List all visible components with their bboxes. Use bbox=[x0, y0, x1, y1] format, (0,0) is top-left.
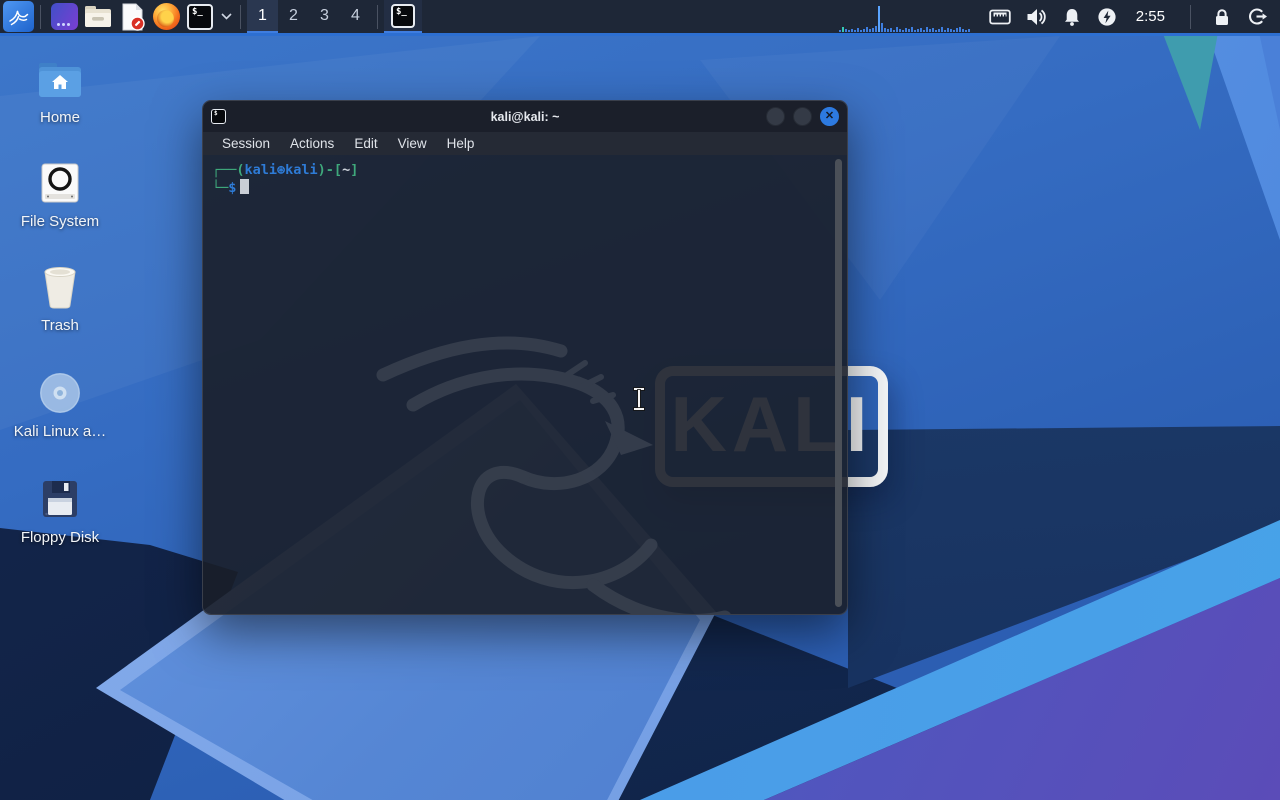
maximize-button[interactable] bbox=[793, 107, 812, 126]
terminal-window-title: kali@kali: ~ bbox=[203, 110, 847, 124]
panel-separator bbox=[240, 5, 241, 29]
document-edit-icon bbox=[119, 3, 145, 31]
prompt-symbol: $ bbox=[228, 180, 236, 196]
home-folder-icon bbox=[37, 56, 83, 102]
launcher-text-editor[interactable] bbox=[116, 1, 148, 33]
floppy-icon bbox=[40, 476, 80, 522]
menu-session[interactable]: Session bbox=[213, 136, 279, 151]
desktop-icon-label: File System bbox=[21, 213, 99, 230]
terminal-content[interactable]: ┌──(kali⊛kali)-[~] └─$ bbox=[203, 155, 847, 614]
folder-icon bbox=[84, 4, 112, 29]
system-monitor-graph[interactable] bbox=[839, 2, 979, 32]
kali-dragon-icon bbox=[7, 5, 31, 29]
volume-icon[interactable] bbox=[1026, 7, 1047, 27]
panel-separator bbox=[377, 5, 378, 29]
terminal-window-icon: $ bbox=[211, 109, 226, 124]
desktop-icon-floppy-disk[interactable]: Floppy Disk bbox=[12, 476, 108, 546]
prompt-line2-frame: └─ bbox=[212, 180, 228, 196]
prompt-user: kali⊛kali bbox=[245, 162, 318, 178]
menu-edit[interactable]: Edit bbox=[345, 136, 386, 151]
lock-screen-icon[interactable] bbox=[1212, 7, 1232, 27]
top-panel: $_ 1 2 3 4 $_ bbox=[0, 0, 1280, 36]
desktop-icon-label: Home bbox=[40, 109, 80, 126]
workspace-4[interactable]: 4 bbox=[340, 0, 371, 33]
terminal-cursor bbox=[240, 179, 249, 194]
prompt-line-1: ┌──(kali⊛kali)-[~] bbox=[212, 162, 827, 179]
mouse-cursor-ibeam bbox=[632, 388, 647, 410]
desktop-icon-kali-linux[interactable]: Kali Linux a… bbox=[12, 370, 108, 440]
desktop-screen: KALI Home File System bbox=[0, 0, 1280, 800]
desktop-icon-label: Kali Linux a… bbox=[14, 423, 107, 440]
kali-dragon-watermark bbox=[353, 255, 773, 614]
menu-actions[interactable]: Actions bbox=[281, 136, 343, 151]
notifications-icon[interactable] bbox=[1062, 7, 1082, 27]
disc-icon bbox=[38, 370, 82, 416]
desktop-icon-file-system[interactable]: File System bbox=[12, 160, 108, 230]
launcher-app-finder[interactable] bbox=[48, 1, 80, 33]
menu-help[interactable]: Help bbox=[438, 136, 484, 151]
panel-separator bbox=[1190, 5, 1191, 29]
workspace-2[interactable]: 2 bbox=[278, 0, 309, 33]
taskbar-terminal-button[interactable]: $_ bbox=[384, 0, 422, 33]
prompt-frame-mid: )-[ bbox=[318, 162, 342, 178]
desktop-icon-trash[interactable]: Trash bbox=[12, 264, 108, 334]
workspace-3[interactable]: 3 bbox=[309, 0, 340, 33]
firefox-icon bbox=[153, 3, 180, 30]
kali-menu-button[interactable] bbox=[3, 1, 34, 32]
panel-clock[interactable]: 2:55 bbox=[1136, 8, 1165, 25]
launcher-firefox[interactable] bbox=[150, 1, 182, 33]
desktop-icon-label: Floppy Disk bbox=[21, 529, 99, 546]
logout-icon[interactable] bbox=[1247, 6, 1268, 27]
prompt-frame-close: ] bbox=[350, 162, 358, 178]
workspace-1[interactable]: 1 bbox=[247, 0, 278, 33]
terminal-dropdown-chevron[interactable] bbox=[221, 13, 232, 20]
desktop-icon-label: Trash bbox=[41, 317, 79, 334]
terminal-icon: $_ bbox=[187, 4, 213, 30]
launcher-terminal[interactable]: $_ bbox=[184, 1, 216, 33]
desktop-icon-home[interactable]: Home bbox=[12, 56, 108, 126]
panel-separator bbox=[40, 5, 41, 29]
terminal-icon: $_ bbox=[391, 4, 415, 28]
minimize-button[interactable] bbox=[766, 107, 785, 126]
launcher-file-manager[interactable] bbox=[82, 1, 114, 33]
network-icon[interactable] bbox=[989, 8, 1011, 26]
terminal-menubar: Session Actions Edit View Help bbox=[203, 132, 847, 155]
terminal-titlebar[interactable]: $ kali@kali: ~ ✕ bbox=[203, 101, 847, 132]
close-button[interactable]: ✕ bbox=[820, 107, 839, 126]
terminal-scrollbar[interactable] bbox=[835, 159, 842, 607]
trash-icon bbox=[39, 264, 81, 310]
prompt-line-2: └─$ bbox=[212, 179, 827, 197]
drive-icon bbox=[39, 160, 81, 206]
menu-view[interactable]: View bbox=[389, 136, 436, 151]
prompt-frame-open: ┌──( bbox=[212, 162, 245, 178]
power-manager-icon[interactable] bbox=[1097, 7, 1117, 27]
app-window-icon bbox=[51, 3, 78, 30]
prompt-path: ~ bbox=[342, 162, 350, 178]
terminal-window: $ kali@kali: ~ ✕ Session Actions Edit Vi… bbox=[202, 100, 848, 615]
